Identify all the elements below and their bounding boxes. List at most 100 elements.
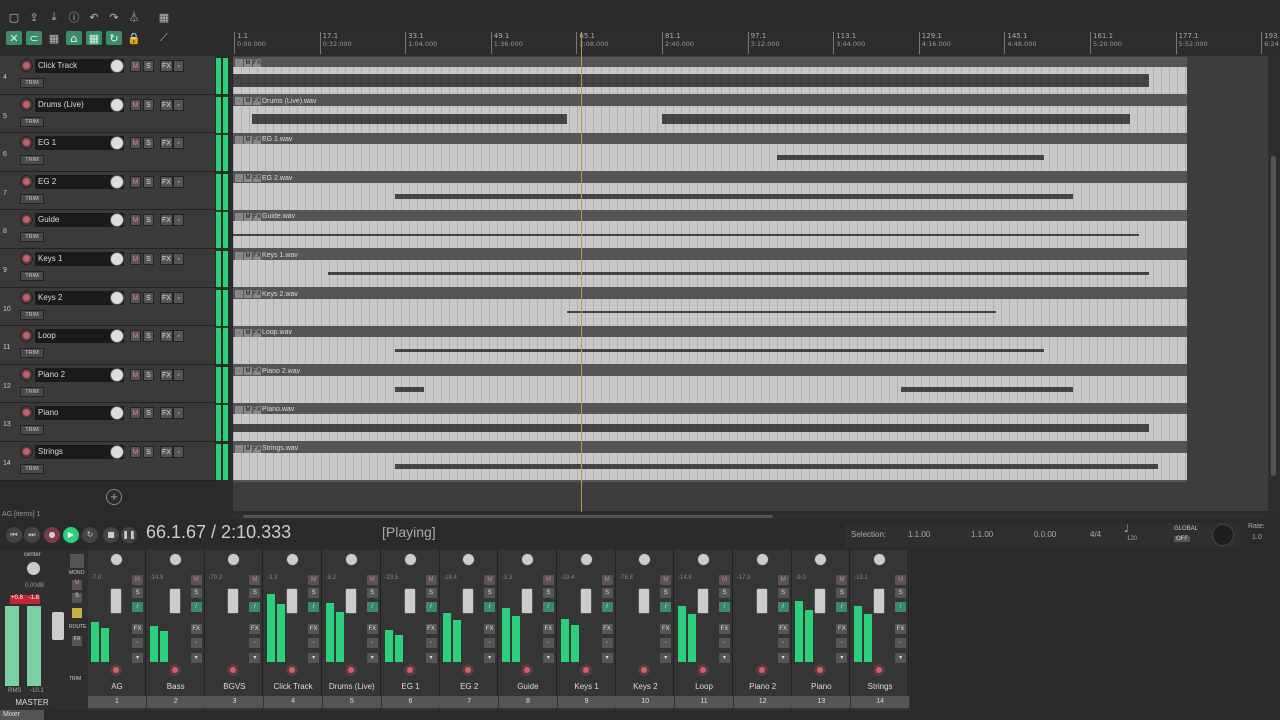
strip-record-arm-icon[interactable] (579, 664, 592, 676)
fx-button[interactable]: FX (160, 137, 173, 150)
fx-button[interactable]: FX (160, 253, 173, 265)
item-mute-icon[interactable]: M (244, 97, 252, 106)
stop-button[interactable]: ■ (103, 527, 119, 543)
strip-record-arm-icon[interactable] (110, 664, 122, 676)
mute-button[interactable]: M (130, 407, 141, 420)
global-automation-state[interactable]: OFF (1174, 536, 1190, 542)
strip-io-icon[interactable]: ▾ (366, 653, 378, 663)
strip-io-icon[interactable]: ▾ (660, 653, 672, 663)
new-project-icon[interactable]: ▢ (6, 10, 22, 24)
master-fx-button[interactable]: FX (72, 636, 82, 646)
strip-env-icon[interactable]: / (132, 602, 143, 612)
item-fx-icon[interactable]: FX (253, 58, 261, 67)
volume-fader[interactable] (344, 588, 357, 614)
volume-fader[interactable] (462, 588, 475, 614)
project-settings-icon[interactable]: ⓘ (66, 10, 82, 24)
strip-mute-button[interactable]: M (777, 575, 789, 585)
mute-button[interactable]: M (130, 330, 141, 343)
strip-record-arm-icon[interactable] (814, 664, 827, 676)
track-row[interactable]: 8 Guide M S FX ◦ TRIM (0, 210, 215, 249)
media-item[interactable]: · M FX (233, 57, 1187, 96)
strip-mute-button[interactable]: M (895, 575, 907, 585)
horizontal-scrollbar[interactable] (233, 514, 1263, 519)
strip-solo-button[interactable]: S (308, 588, 320, 598)
strip-mute-button[interactable]: M (836, 575, 848, 585)
item-fx-icon[interactable]: FX (253, 212, 261, 221)
strip-record-arm-icon[interactable] (403, 664, 416, 676)
strip-io-icon[interactable]: ▾ (249, 653, 261, 663)
volume-fader[interactable] (755, 588, 768, 614)
pause-button[interactable]: ❚❚ (121, 527, 137, 543)
strip-route-icon[interactable]: ◦ (190, 638, 202, 648)
volume-fader[interactable] (579, 588, 592, 614)
strip-fx-button[interactable]: FX (190, 624, 202, 634)
volume-knob[interactable] (110, 97, 124, 112)
mute-button[interactable]: M (130, 98, 141, 111)
volume-knob[interactable] (110, 59, 124, 73)
media-item[interactable]: · M FX Keys 2.wav (233, 288, 1187, 328)
solo-button[interactable]: S (143, 98, 154, 111)
time-signature[interactable]: 4/4 (1090, 530, 1101, 539)
vertical-scrollbar[interactable] (1268, 56, 1280, 511)
item-mute-icon[interactable]: M (244, 290, 252, 299)
pan-knob[interactable] (344, 553, 358, 566)
strip-route-icon[interactable]: ◦ (425, 638, 437, 648)
record-arm-icon[interactable] (20, 174, 33, 188)
strip-env-icon[interactable]: / (601, 602, 613, 612)
loop-toggle-icon[interactable]: ↻ (106, 31, 122, 45)
strip-record-arm-icon[interactable] (873, 664, 886, 676)
strip-io-icon[interactable]: ▾ (132, 653, 143, 663)
redo-icon[interactable]: ↷ (106, 10, 122, 24)
mute-button[interactable]: M (130, 60, 141, 72)
solo-button[interactable]: S (143, 368, 154, 381)
solo-button[interactable]: S (143, 175, 154, 188)
route-icon[interactable]: ◦ (173, 175, 184, 188)
volume-fader[interactable] (110, 588, 122, 614)
go-to-end-icon[interactable]: ⏭ (24, 527, 40, 543)
strip-route-icon[interactable]: ◦ (366, 638, 378, 648)
pan-knob[interactable] (579, 553, 593, 566)
pan-knob[interactable] (110, 553, 123, 566)
strip-env-icon[interactable]: / (425, 602, 437, 612)
strip-mute-button[interactable]: M (542, 575, 554, 585)
selection-length[interactable]: 0.0.00 (1034, 530, 1056, 539)
route-icon[interactable]: ◦ (173, 60, 184, 72)
rate-knob[interactable] (1212, 524, 1234, 546)
trim-button[interactable]: TRIM (20, 78, 44, 88)
strip-record-arm-icon[interactable] (755, 664, 768, 676)
strip-env-icon[interactable]: / (542, 602, 554, 612)
fx-button[interactable]: FX (160, 214, 173, 227)
pan-knob[interactable] (873, 553, 887, 566)
media-item[interactable]: · M FX EG 2.wav (233, 172, 1187, 212)
strip-solo-button[interactable]: S (895, 588, 907, 598)
pan-knob[interactable] (462, 553, 476, 566)
timeline-ruler[interactable]: 1.1 0:00.000 17.1 0:32.000 33.1 1:04.000 49.1 1… (233, 32, 1280, 54)
strip-io-icon[interactable]: ▾ (719, 653, 730, 663)
track-row[interactable]: 6 EG 1 M S FX ◦ TRIM (0, 133, 215, 172)
record-arm-icon[interactable] (20, 290, 33, 304)
strip-route-icon[interactable]: ◦ (484, 638, 496, 648)
trim-button[interactable]: TRIM (20, 271, 44, 281)
pan-knob[interactable] (403, 553, 417, 566)
strip-fx-button[interactable]: FX (249, 624, 261, 634)
item-fx-icon[interactable]: FX (253, 405, 261, 414)
item-mute-icon[interactable]: M (244, 367, 252, 376)
strip-route-icon[interactable]: ◦ (836, 638, 848, 648)
strip-route-icon[interactable]: ◦ (542, 638, 554, 648)
strip-fx-button[interactable]: FX (366, 624, 378, 634)
strip-env-icon[interactable]: / (719, 602, 730, 612)
route-icon[interactable]: ◦ (173, 291, 184, 304)
item-mute-icon[interactable]: M (244, 135, 252, 144)
strip-record-arm-icon[interactable] (286, 664, 299, 676)
route-icon[interactable]: ◦ (173, 253, 184, 265)
master-mute-button[interactable]: M (72, 580, 82, 590)
media-item[interactable]: · M FX EG 1.wav (233, 134, 1187, 173)
strip-route-icon[interactable]: ◦ (132, 638, 143, 648)
route-icon[interactable]: ◦ (173, 368, 184, 381)
strip-fx-button[interactable]: FX (660, 624, 672, 634)
volume-fader[interactable] (227, 588, 240, 614)
volume-knob[interactable] (110, 174, 124, 189)
strip-record-arm-icon[interactable] (344, 664, 357, 676)
strip-env-icon[interactable]: / (660, 602, 672, 612)
strip-io-icon[interactable]: ▾ (190, 653, 202, 663)
